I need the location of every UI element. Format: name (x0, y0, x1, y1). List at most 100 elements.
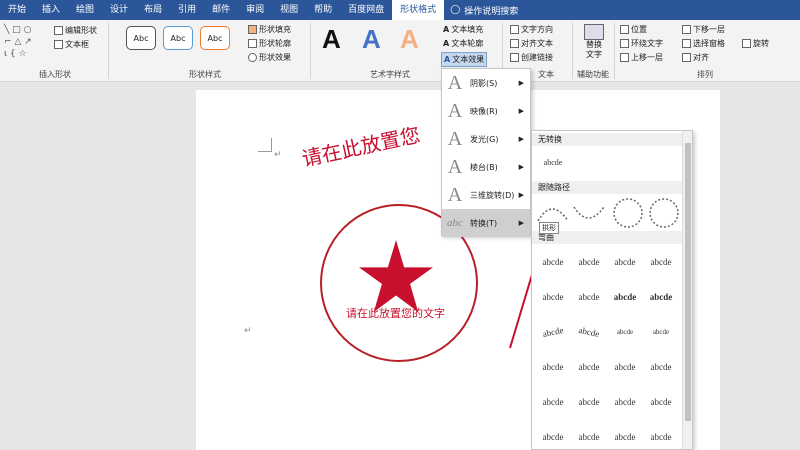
text-box-button[interactable]: 文本框 (54, 39, 89, 50)
warp-option[interactable]: abcde (608, 251, 642, 273)
tab-insert[interactable]: 插入 (34, 0, 68, 20)
group-label-accessibility: 辅助功能 (577, 70, 609, 79)
warp-option[interactable]: abcde (536, 391, 570, 413)
warp-option[interactable]: abcde (572, 356, 606, 378)
menu-item-reflection[interactable]: A 映像(R) ▶ (442, 97, 530, 125)
selection-pane-icon (682, 39, 691, 48)
option-circle[interactable] (613, 198, 643, 228)
menu-item-bevel[interactable]: A 棱台(B) ▶ (442, 153, 530, 181)
shape-gallery[interactable]: ╲ □ ○ ⌐ △ ↗ ι { ☆ (4, 24, 48, 64)
wordart-style-black[interactable]: A (322, 24, 341, 55)
3d-rotation-icon: A (447, 183, 463, 206)
group-label-wordart: 艺术字样式 (370, 70, 410, 79)
option-button[interactable] (649, 198, 679, 228)
reflection-icon: A (447, 99, 463, 122)
option-arch-up[interactable] (537, 208, 569, 222)
warp-option[interactable]: abcde (644, 356, 678, 378)
warp-option[interactable]: abcde (608, 356, 642, 378)
warp-option[interactable]: abcde (572, 426, 606, 448)
tab-baidu-netdisk[interactable]: 百度网盘 (340, 0, 392, 20)
bring-forward-button[interactable]: 上移一层 (620, 52, 663, 63)
warp-option[interactable]: abcde (534, 318, 572, 347)
menu-item-3d-rotation[interactable]: A 三维旋转(D) ▶ (442, 181, 530, 209)
alt-text-label: 替换文字 (586, 40, 602, 59)
create-link-label: 创建链接 (521, 53, 553, 62)
tab-mailings[interactable]: 邮件 (204, 0, 238, 20)
menu-item-shadow[interactable]: A 阴影(S) ▶ (442, 69, 530, 97)
warp-option[interactable]: abcde (572, 286, 606, 308)
option-arch-down[interactable] (573, 206, 605, 219)
wordart-style-orange[interactable]: A (400, 24, 419, 55)
submenu-arrow-icon: ▶ (518, 79, 524, 87)
shape-style-1[interactable]: Abc (126, 26, 156, 50)
selection-pane-button[interactable]: 选择窗格 (682, 38, 725, 49)
selection-pane-label: 选择窗格 (693, 39, 725, 48)
wrap-text-button[interactable]: 环绕文字 (620, 38, 663, 49)
tab-home[interactable]: 开始 (0, 0, 34, 20)
tab-layout[interactable]: 布局 (136, 0, 170, 20)
text-direction-button[interactable]: 文字方向 (510, 24, 553, 35)
menu-item-transform[interactable]: abc 转换(T) ▶ (442, 209, 530, 237)
warp-option[interactable]: abcde (644, 321, 678, 343)
menu-item-glow[interactable]: A 发光(G) ▶ (442, 125, 530, 153)
tab-review[interactable]: 审阅 (238, 0, 272, 20)
warp-option[interactable]: abcde (570, 318, 608, 347)
wrap-text-icon (620, 39, 629, 48)
alt-text-button[interactable]: 替换文字 (580, 24, 608, 60)
warp-option[interactable]: abcde (644, 426, 678, 448)
menu-item-label: 映像(R) (470, 106, 498, 116)
tab-design[interactable]: 设计 (102, 0, 136, 20)
align-button[interactable]: 对齐 (682, 52, 709, 63)
warp-option[interactable]: abcde (608, 286, 642, 308)
submenu-scrollbar[interactable] (682, 131, 692, 449)
wrap-text-label: 环绕文字 (631, 39, 663, 48)
send-backward-icon (682, 25, 691, 34)
paragraph-mark: ↵ (274, 150, 282, 160)
warp-option[interactable]: abcde (608, 321, 642, 343)
ribbon-tabs: 开始 插入 绘图 设计 布局 引用 邮件 审阅 视图 帮助 百度网盘 形状格式 … (0, 0, 800, 20)
align-text-button[interactable]: 对齐文本 (510, 38, 553, 49)
warp-option[interactable]: abcde (536, 251, 570, 273)
edit-shape-button[interactable]: 编辑形状 (54, 25, 97, 36)
text-effects-button[interactable]: A 文本效果 (441, 52, 488, 67)
warp-option[interactable]: abcde (536, 286, 570, 308)
warp-option[interactable]: abcde (608, 391, 642, 413)
paint-bucket-icon (248, 25, 257, 34)
scrollbar-thumb[interactable] (685, 143, 691, 421)
tell-me-search[interactable]: ◯ 操作说明搜索 (444, 4, 518, 17)
bring-forward-icon (620, 53, 629, 62)
shape-fill-button[interactable]: 形状填充 (248, 24, 291, 35)
send-backward-button[interactable]: 下移一层 (682, 24, 725, 35)
shape-effects-button[interactable]: 形状效果 (248, 52, 291, 63)
warp-option[interactable]: abcde (572, 251, 606, 273)
submenu-arrow-icon: ▶ (518, 135, 524, 143)
warp-option[interactable]: abcde (536, 356, 570, 378)
create-link-button[interactable]: 创建链接 (510, 52, 553, 63)
warp-option[interactable]: abcde (644, 286, 678, 308)
tab-shape-format[interactable]: 形状格式 (392, 0, 445, 20)
shape-style-2[interactable]: Abc (163, 26, 193, 50)
warp-option[interactable]: abcde (536, 426, 570, 448)
option-no-transform[interactable]: abcde (536, 151, 570, 173)
stamp-bottom-text[interactable]: 请在此放置您的文字 (346, 305, 445, 321)
tab-references[interactable]: 引用 (170, 0, 204, 20)
warp-option[interactable]: abcde (608, 426, 642, 448)
tab-help[interactable]: 帮助 (306, 0, 340, 20)
warp-option[interactable]: abcde (644, 391, 678, 413)
rotate-label: 旋转 (753, 39, 769, 48)
wordart-style-blue[interactable]: A (362, 24, 381, 55)
text-fill-button[interactable]: A 文本填充 (443, 24, 483, 35)
edit-shape-icon (54, 26, 63, 35)
menu-item-label: 棱台(B) (470, 162, 498, 172)
warp-option[interactable]: abcde (572, 391, 606, 413)
tab-view[interactable]: 视图 (272, 0, 306, 20)
shape-style-3[interactable]: Abc (200, 26, 230, 50)
shape-outline-button[interactable]: 形状轮廓 (248, 38, 291, 49)
text-outline-button[interactable]: A 文本轮廓 (443, 38, 483, 49)
rotate-button[interactable]: 旋转 (742, 38, 769, 49)
tab-draw[interactable]: 绘图 (68, 0, 102, 20)
warp-option[interactable]: abcde (644, 251, 678, 273)
submenu-arrow-icon: ▶ (518, 107, 524, 115)
lightbulb-icon: ◯ (450, 5, 461, 15)
position-button[interactable]: 位置 (620, 24, 647, 35)
